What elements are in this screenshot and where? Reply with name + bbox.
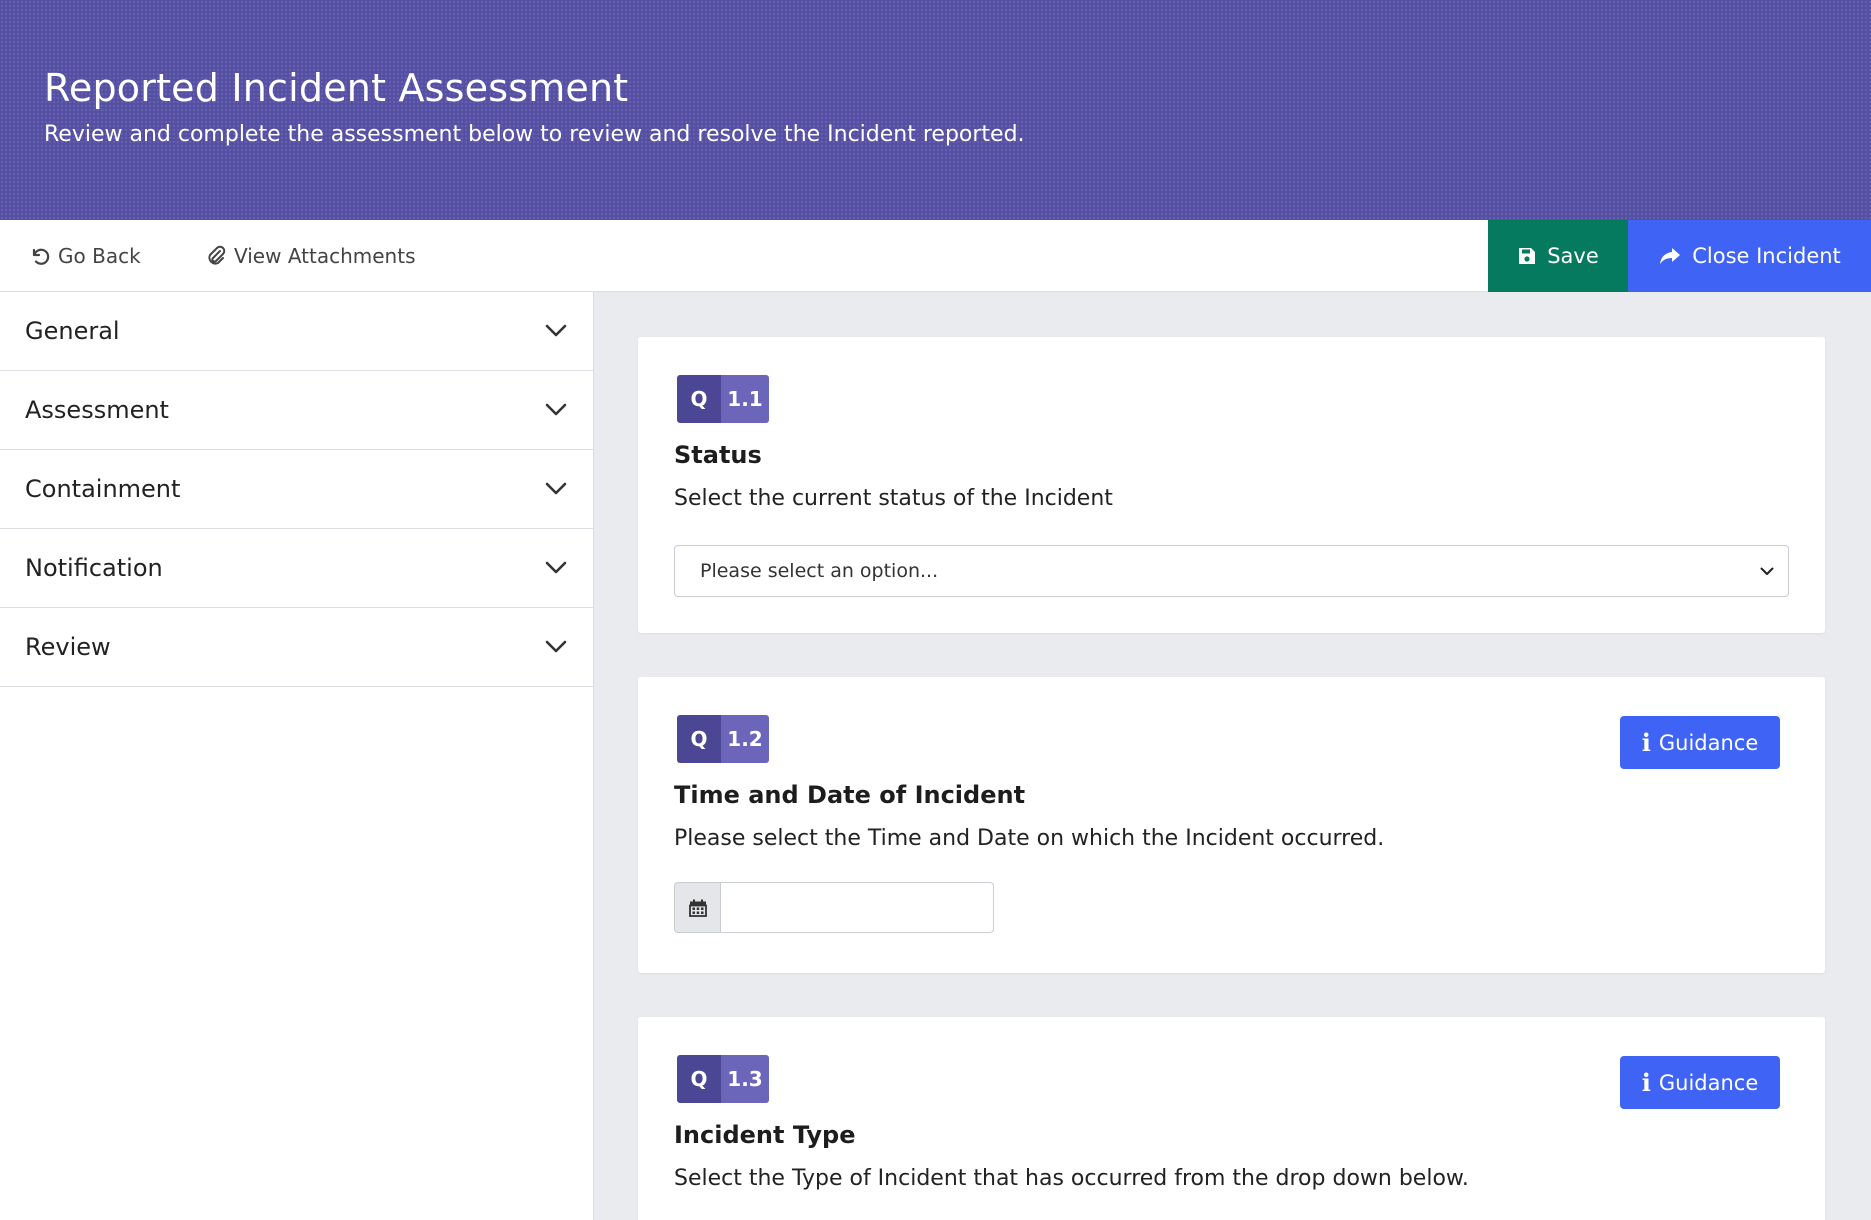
status-select-value: Please select an option... (700, 560, 939, 582)
chevron-down-icon (545, 403, 567, 416)
page-title: Reported Incident Assessment (44, 66, 629, 110)
question-number: 1.2 (721, 715, 769, 763)
paperclip-icon (208, 245, 226, 265)
guidance-button[interactable]: i Guidance (1620, 1056, 1780, 1109)
undo-icon (32, 248, 50, 265)
info-icon: i (1641, 1068, 1651, 1097)
sidebar-item-label: Notification (25, 554, 163, 582)
question-number: 1.1 (721, 375, 769, 423)
guidance-label: Guidance (1658, 1070, 1759, 1095)
question-badge-q: Q (677, 1055, 721, 1103)
question-description: Select the Type of Incident that has occ… (674, 1166, 1469, 1191)
question-card-1-2: Q 1.2 i Guidance Time and Date of Incide… (638, 677, 1825, 973)
toolbar: Go Back View Attachments Save Close Inci… (0, 220, 1871, 292)
page-subtitle: Review and complete the assessment below… (44, 122, 1025, 147)
sidebar-item-assessment[interactable]: Assessment (0, 371, 593, 450)
chevron-down-icon (1760, 567, 1774, 575)
sidebar-item-review[interactable]: Review (0, 608, 593, 687)
go-back-label: Go Back (58, 244, 141, 268)
view-attachments-label: View Attachments (234, 244, 416, 268)
datetime-picker (674, 882, 994, 933)
sidebar: General Assessment Containment Notificat… (0, 292, 594, 1220)
view-attachments-link[interactable]: View Attachments (206, 220, 415, 292)
close-incident-button[interactable]: Close Incident (1628, 220, 1871, 292)
chevron-down-icon (545, 640, 567, 653)
chevron-down-icon (545, 482, 567, 495)
sidebar-item-label: Assessment (25, 396, 169, 424)
info-icon: i (1641, 728, 1651, 757)
close-incident-label: Close Incident (1692, 244, 1841, 268)
chevron-down-icon (545, 324, 567, 337)
page-header: Reported Incident Assessment Review and … (0, 0, 1871, 220)
question-badge: Q 1.3 (677, 1055, 769, 1103)
go-back-link[interactable]: Go Back (30, 220, 141, 292)
sidebar-item-label: Review (25, 633, 111, 661)
question-title: Status (674, 441, 762, 469)
question-card-1-3: Q 1.3 i Guidance Incident Type Select th… (638, 1017, 1825, 1220)
chevron-down-icon (545, 561, 567, 574)
question-title: Incident Type (674, 1121, 856, 1149)
sidebar-item-label: General (25, 317, 120, 345)
question-badge: Q 1.1 (677, 375, 769, 423)
save-label: Save (1547, 244, 1599, 268)
save-button[interactable]: Save (1488, 220, 1628, 292)
datetime-input[interactable] (720, 882, 994, 933)
question-badge-q: Q (677, 715, 721, 763)
question-badge: Q 1.2 (677, 715, 769, 763)
calendar-addon[interactable] (674, 882, 720, 933)
guidance-button[interactable]: i Guidance (1620, 716, 1780, 769)
sidebar-item-label: Containment (25, 475, 181, 503)
question-title: Time and Date of Incident (674, 781, 1026, 809)
question-number: 1.3 (721, 1055, 769, 1103)
status-select[interactable]: Please select an option... (674, 545, 1789, 597)
question-card-1-1: Q 1.1 Status Select the current status o… (638, 337, 1825, 633)
calendar-icon (688, 899, 707, 917)
question-description: Please select the Time and Date on which… (674, 826, 1385, 851)
sidebar-item-containment[interactable]: Containment (0, 450, 593, 529)
share-arrow-icon (1660, 248, 1681, 264)
question-badge-q: Q (677, 375, 721, 423)
floppy-disk-icon (1519, 248, 1536, 264)
guidance-label: Guidance (1658, 730, 1759, 755)
sidebar-item-notification[interactable]: Notification (0, 529, 593, 608)
sidebar-item-general[interactable]: General (0, 292, 593, 371)
question-description: Select the current status of the Inciden… (674, 486, 1113, 511)
